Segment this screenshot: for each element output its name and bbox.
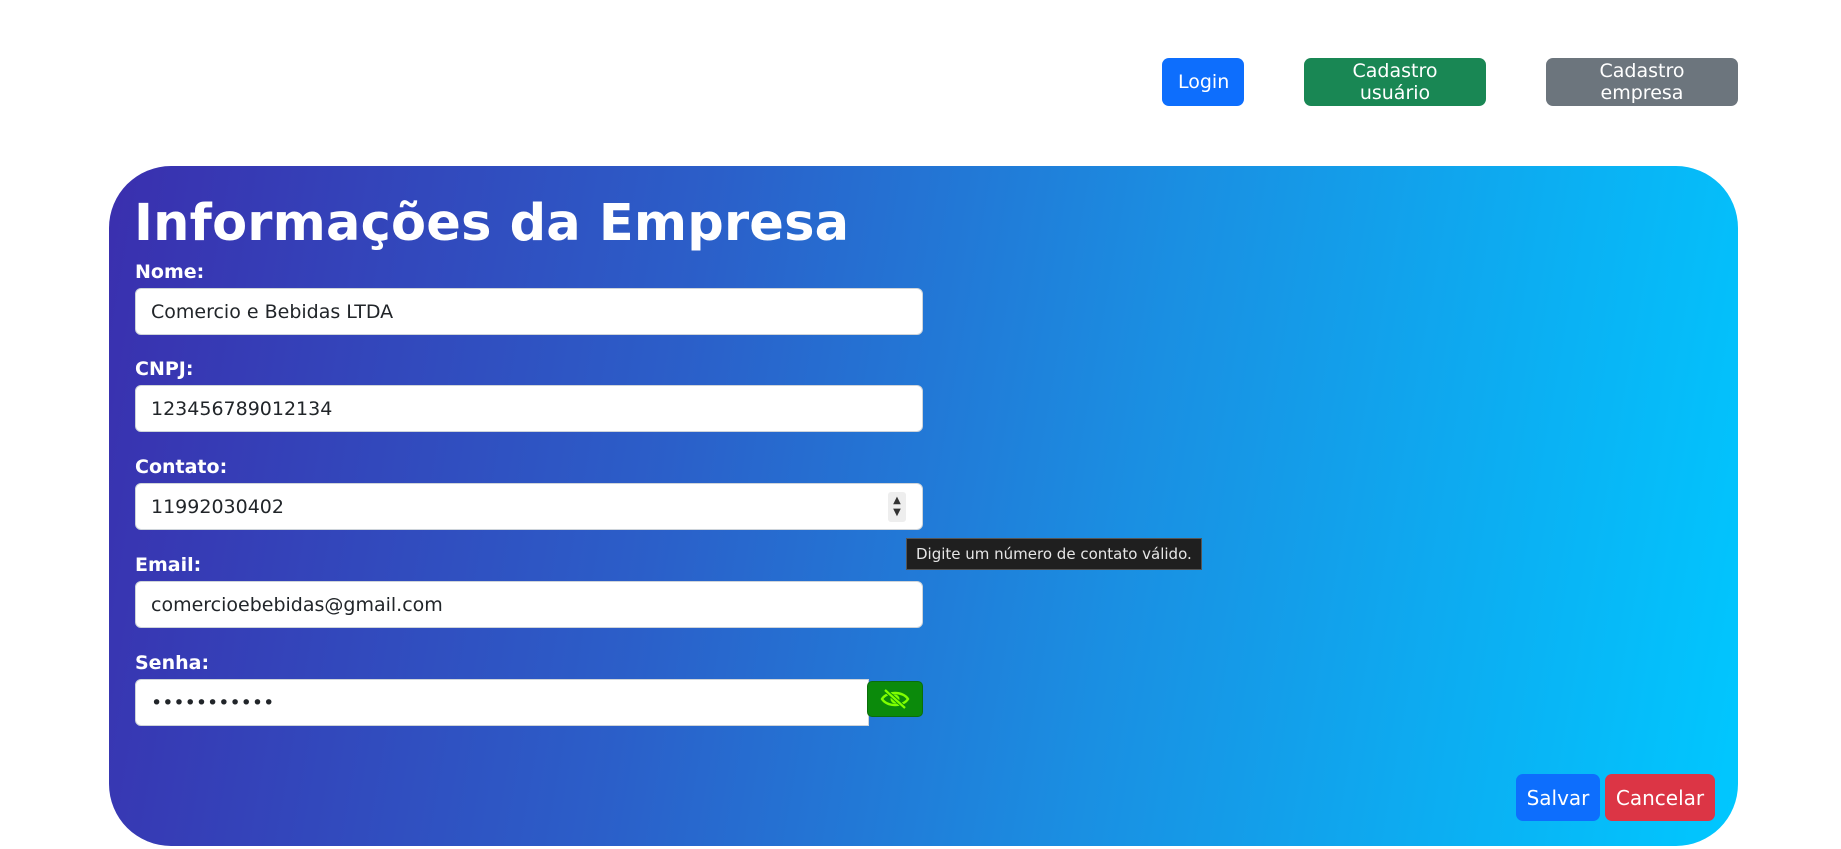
contato-stepper[interactable]: ▲ ▼ xyxy=(888,492,906,522)
eye-slash-icon xyxy=(880,688,910,710)
stepper-up-icon[interactable]: ▲ xyxy=(893,495,901,507)
salvar-button[interactable]: Salvar xyxy=(1516,774,1600,821)
top-navigation: Login Cadastro usuário Cadastro empresa xyxy=(0,0,1841,140)
cnpj-label: CNPJ: xyxy=(135,358,194,380)
toggle-password-button[interactable] xyxy=(867,681,923,717)
stepper-down-icon[interactable]: ▼ xyxy=(893,507,901,519)
cadastro-usuario-button[interactable]: Cadastro usuário xyxy=(1304,58,1486,106)
contato-label: Contato: xyxy=(135,456,228,478)
company-info-panel: Informações da Empresa Nome: CNPJ: Conta… xyxy=(109,166,1738,846)
login-button[interactable]: Login xyxy=(1162,58,1244,106)
contato-input[interactable] xyxy=(135,483,923,530)
nome-input[interactable] xyxy=(135,288,923,335)
cancelar-button[interactable]: Cancelar xyxy=(1605,774,1715,821)
senha-label: Senha: xyxy=(135,652,210,674)
email-label: Email: xyxy=(135,554,202,576)
validation-tooltip: Digite um número de contato válido. xyxy=(906,538,1202,570)
nome-label: Nome: xyxy=(135,261,205,283)
page-title: Informações da Empresa xyxy=(134,194,850,253)
cadastro-empresa-button[interactable]: Cadastro empresa xyxy=(1546,58,1738,106)
email-input[interactable] xyxy=(135,581,923,628)
senha-input[interactable] xyxy=(135,679,869,726)
cnpj-input[interactable] xyxy=(135,385,923,432)
